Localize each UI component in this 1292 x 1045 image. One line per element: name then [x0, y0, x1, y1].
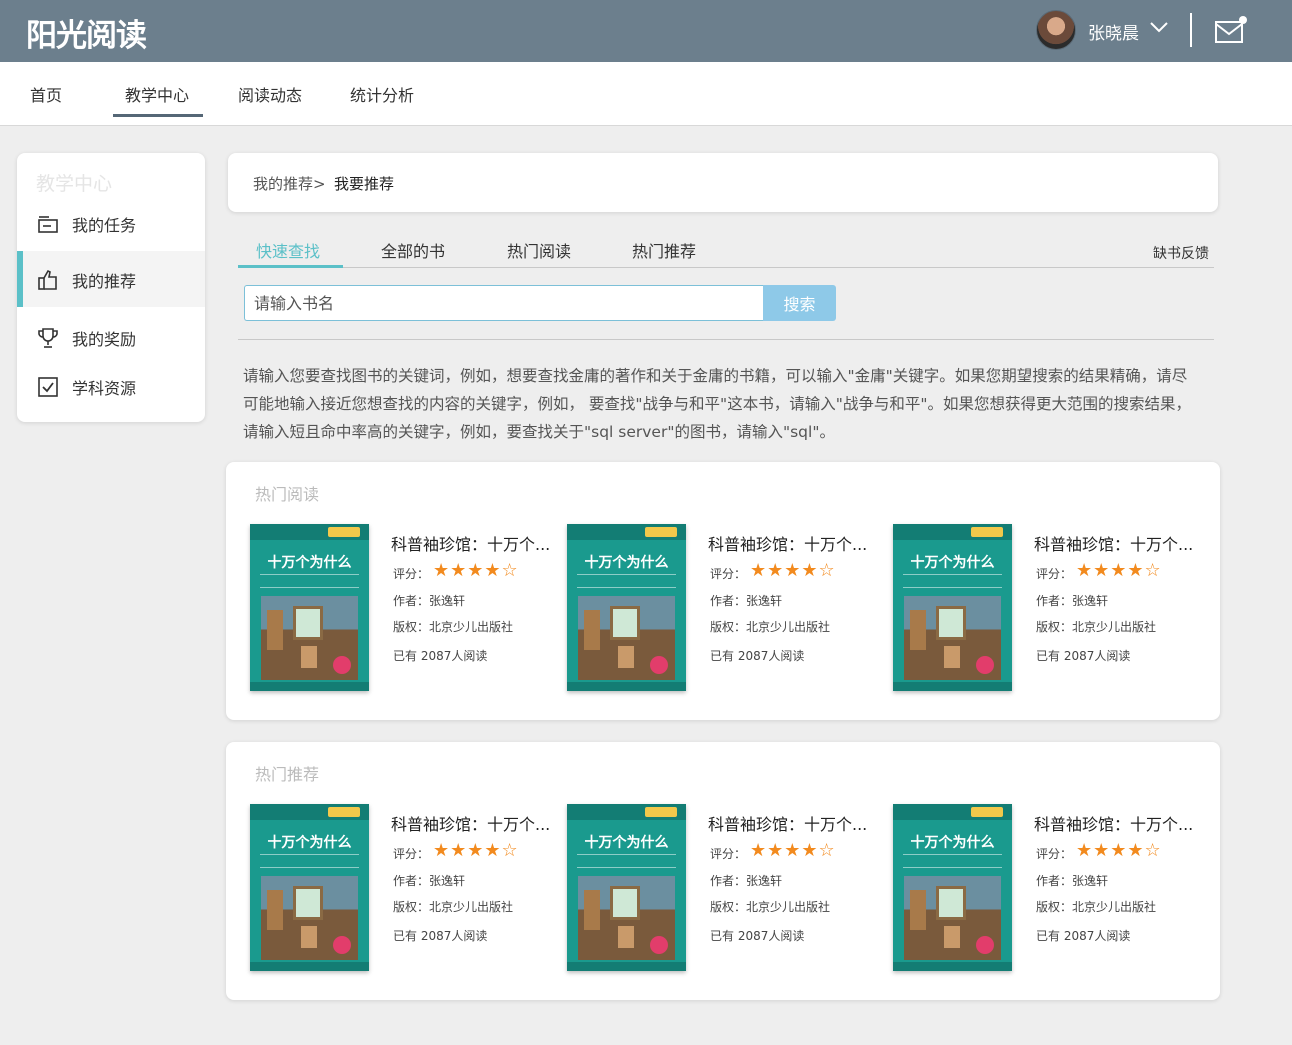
sidebar-item-label: 我的任务 — [72, 216, 137, 235]
cover-title: 十万个为什么 — [584, 835, 669, 851]
nav-reading-updates[interactable]: 阅读动态 — [238, 82, 302, 106]
section-title: 热门阅读 — [255, 485, 320, 504]
book-readers: 已有 2087人阅读 — [1036, 929, 1131, 943]
book-readers: 已有 2087人阅读 — [710, 649, 805, 663]
trophy-icon — [38, 328, 58, 348]
task-icon — [38, 216, 58, 233]
breadcrumb-parent[interactable]: 我的推荐> — [253, 173, 326, 194]
book-title[interactable]: 科普袖珍馆：十万个... — [391, 811, 550, 835]
cover-title: 十万个为什么 — [267, 835, 352, 851]
book-card[interactable]: 十万个为什么 科普袖珍馆：十万个... 评分： ★★★★☆ 作者：张逸轩 版权：… — [250, 804, 570, 972]
tab-quick-search[interactable]: 快速查找 — [256, 238, 320, 262]
avatar[interactable] — [1036, 10, 1076, 50]
book-author: 作者：张逸轩 — [710, 874, 783, 888]
book-author: 作者：张逸轩 — [710, 594, 783, 608]
missing-book-feedback-link[interactable]: 缺书反馈 — [1153, 243, 1209, 263]
book-title[interactable]: 科普袖珍馆：十万个... — [1034, 531, 1193, 555]
book-cover: 十万个为什么 — [250, 524, 369, 691]
book-title[interactable]: 科普袖珍馆：十万个... — [1034, 811, 1193, 835]
rating-label: 评分： — [1036, 567, 1073, 581]
rating-label: 评分： — [393, 847, 430, 861]
book-title[interactable]: 科普袖珍馆：十万个... — [708, 531, 867, 555]
rating-label: 评分： — [393, 567, 430, 581]
section-title: 热门推荐 — [255, 765, 320, 784]
cover-title: 十万个为什么 — [584, 555, 669, 571]
thumbs-up-icon — [38, 269, 57, 290]
book-card[interactable]: 十万个为什么 科普袖珍馆：十万个... 评分： ★★★★☆ 作者：张逸轩 版权：… — [893, 524, 1213, 692]
nav-statistics[interactable]: 统计分析 — [350, 82, 414, 106]
sidebar-item-label: 我的推荐 — [72, 272, 137, 291]
book-readers: 已有 2087人阅读 — [393, 929, 488, 943]
search-button[interactable]: 搜索 — [763, 285, 836, 321]
tabs-divider — [238, 267, 1214, 268]
search-input[interactable] — [244, 285, 764, 321]
breadcrumb: 我的推荐> 我要推荐 — [228, 153, 1218, 212]
star-rating: ★★★★☆ — [1076, 560, 1162, 581]
nav-active-indicator — [113, 114, 203, 117]
book-publisher: 版权：北京少儿出版社 — [710, 620, 831, 634]
star-rating: ★★★★☆ — [1076, 840, 1162, 861]
book-cover: 十万个为什么 — [567, 524, 686, 691]
book-publisher: 版权：北京少儿出版社 — [710, 900, 831, 914]
sidebar-item-label: 学科资源 — [72, 379, 137, 398]
breadcrumb-current: 我要推荐 — [334, 175, 395, 193]
sidebar-item-my-tasks[interactable]: 我的任务 — [17, 195, 205, 251]
sidebar: 教学中心 我的任务 我的推荐 我的奖励 学科资源 — [17, 153, 205, 422]
book-cover: 十万个为什么 — [567, 804, 686, 971]
checkbox-icon — [38, 377, 58, 397]
book-readers: 已有 2087人阅读 — [1036, 649, 1131, 663]
book-publisher: 版权：北京少儿出版社 — [1036, 620, 1157, 634]
star-rating: ★★★★☆ — [433, 560, 519, 581]
top-bar: 阳光阅读 张晓晨 — [0, 0, 1292, 62]
nav-teaching-center[interactable]: 教学中心 — [125, 82, 189, 106]
tab-all-books[interactable]: 全部的书 — [381, 238, 445, 262]
book-publisher: 版权：北京少儿出版社 — [393, 620, 514, 634]
main-nav: 首页 教学中心 阅读动态 统计分析 — [0, 62, 1292, 126]
user-name[interactable]: 张晓晨 — [1088, 19, 1139, 44]
star-rating: ★★★★☆ — [433, 840, 519, 861]
nav-home[interactable]: 首页 — [30, 82, 62, 106]
sidebar-item-my-rewards[interactable]: 我的奖励 — [17, 309, 205, 365]
book-publisher: 版权：北京少儿出版社 — [1036, 900, 1157, 914]
book-cover: 十万个为什么 — [893, 524, 1012, 691]
rating-label: 评分： — [710, 567, 747, 581]
book-author: 作者：张逸轩 — [1036, 594, 1109, 608]
mail-icon[interactable] — [1214, 16, 1248, 44]
app-logo[interactable]: 阳光阅读 — [26, 10, 147, 55]
book-readers: 已有 2087人阅读 — [393, 649, 488, 663]
book-card[interactable]: 十万个为什么 科普袖珍馆：十万个... 评分： ★★★★☆ 作者：张逸轩 版权：… — [893, 804, 1213, 972]
book-card[interactable]: 十万个为什么 科普袖珍馆：十万个... 评分： ★★★★☆ 作者：张逸轩 版权：… — [567, 524, 887, 692]
sidebar-title: 教学中心 — [36, 173, 113, 195]
book-cover: 十万个为什么 — [893, 804, 1012, 971]
book-card[interactable]: 十万个为什么 科普袖珍馆：十万个... 评分： ★★★★☆ 作者：张逸轩 版权：… — [250, 524, 570, 692]
sidebar-item-my-recommendations[interactable]: 我的推荐 — [17, 251, 205, 307]
cover-title: 十万个为什么 — [910, 835, 995, 851]
section-popular-recommendations: 热门推荐 十万个为什么 科普袖珍馆：十万个... 评分： ★★★★☆ 作者：张逸… — [226, 742, 1220, 1000]
tab-popular-recommendations[interactable]: 热门推荐 — [632, 238, 696, 262]
rating-label: 评分： — [1036, 847, 1073, 861]
rating-label: 评分： — [710, 847, 747, 861]
search-help-text: 请输入您要查找图书的关键词，例如，想要查找金庸的著作和关于金庸的书籍，可以输入"… — [243, 367, 1191, 441]
book-title[interactable]: 科普袖珍馆：十万个... — [708, 811, 867, 835]
book-cover: 十万个为什么 — [250, 804, 369, 971]
star-rating: ★★★★☆ — [750, 560, 836, 581]
star-rating: ★★★★☆ — [750, 840, 836, 861]
sidebar-item-subject-resources[interactable]: 学科资源 — [17, 358, 205, 414]
top-bar-divider — [1190, 13, 1192, 47]
book-author: 作者：张逸轩 — [393, 594, 466, 608]
tab-active-indicator — [238, 265, 343, 268]
chevron-down-icon[interactable] — [1150, 21, 1168, 33]
book-card[interactable]: 十万个为什么 科普袖珍馆：十万个... 评分： ★★★★☆ 作者：张逸轩 版权：… — [567, 804, 887, 972]
tab-popular-reading[interactable]: 热门阅读 — [507, 238, 571, 262]
book-readers: 已有 2087人阅读 — [710, 929, 805, 943]
book-author: 作者：张逸轩 — [1036, 874, 1109, 888]
cover-title: 十万个为什么 — [910, 555, 995, 571]
cover-title: 十万个为什么 — [267, 555, 352, 571]
sidebar-item-label: 我的奖励 — [72, 330, 137, 349]
book-publisher: 版权：北京少儿出版社 — [393, 900, 514, 914]
search-divider — [238, 339, 1214, 340]
section-popular-reading: 热门阅读 十万个为什么 科普袖珍馆：十万个... 评分： ★★★★☆ 作者：张逸… — [226, 462, 1220, 720]
book-author: 作者：张逸轩 — [393, 874, 466, 888]
book-title[interactable]: 科普袖珍馆：十万个... — [391, 531, 550, 555]
